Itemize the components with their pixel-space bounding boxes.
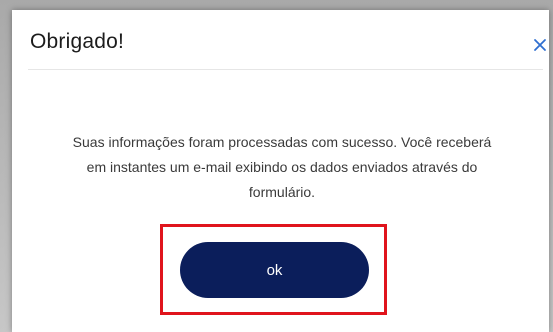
close-button[interactable] (531, 36, 549, 54)
header-divider (28, 69, 543, 70)
ok-button[interactable]: ok (180, 242, 369, 298)
dialog-title: Obrigado! (30, 30, 125, 53)
dialog-header: Obrigado! (12, 10, 549, 70)
close-icon (534, 39, 546, 51)
success-message: Suas informações foram processadas com s… (72, 134, 492, 200)
